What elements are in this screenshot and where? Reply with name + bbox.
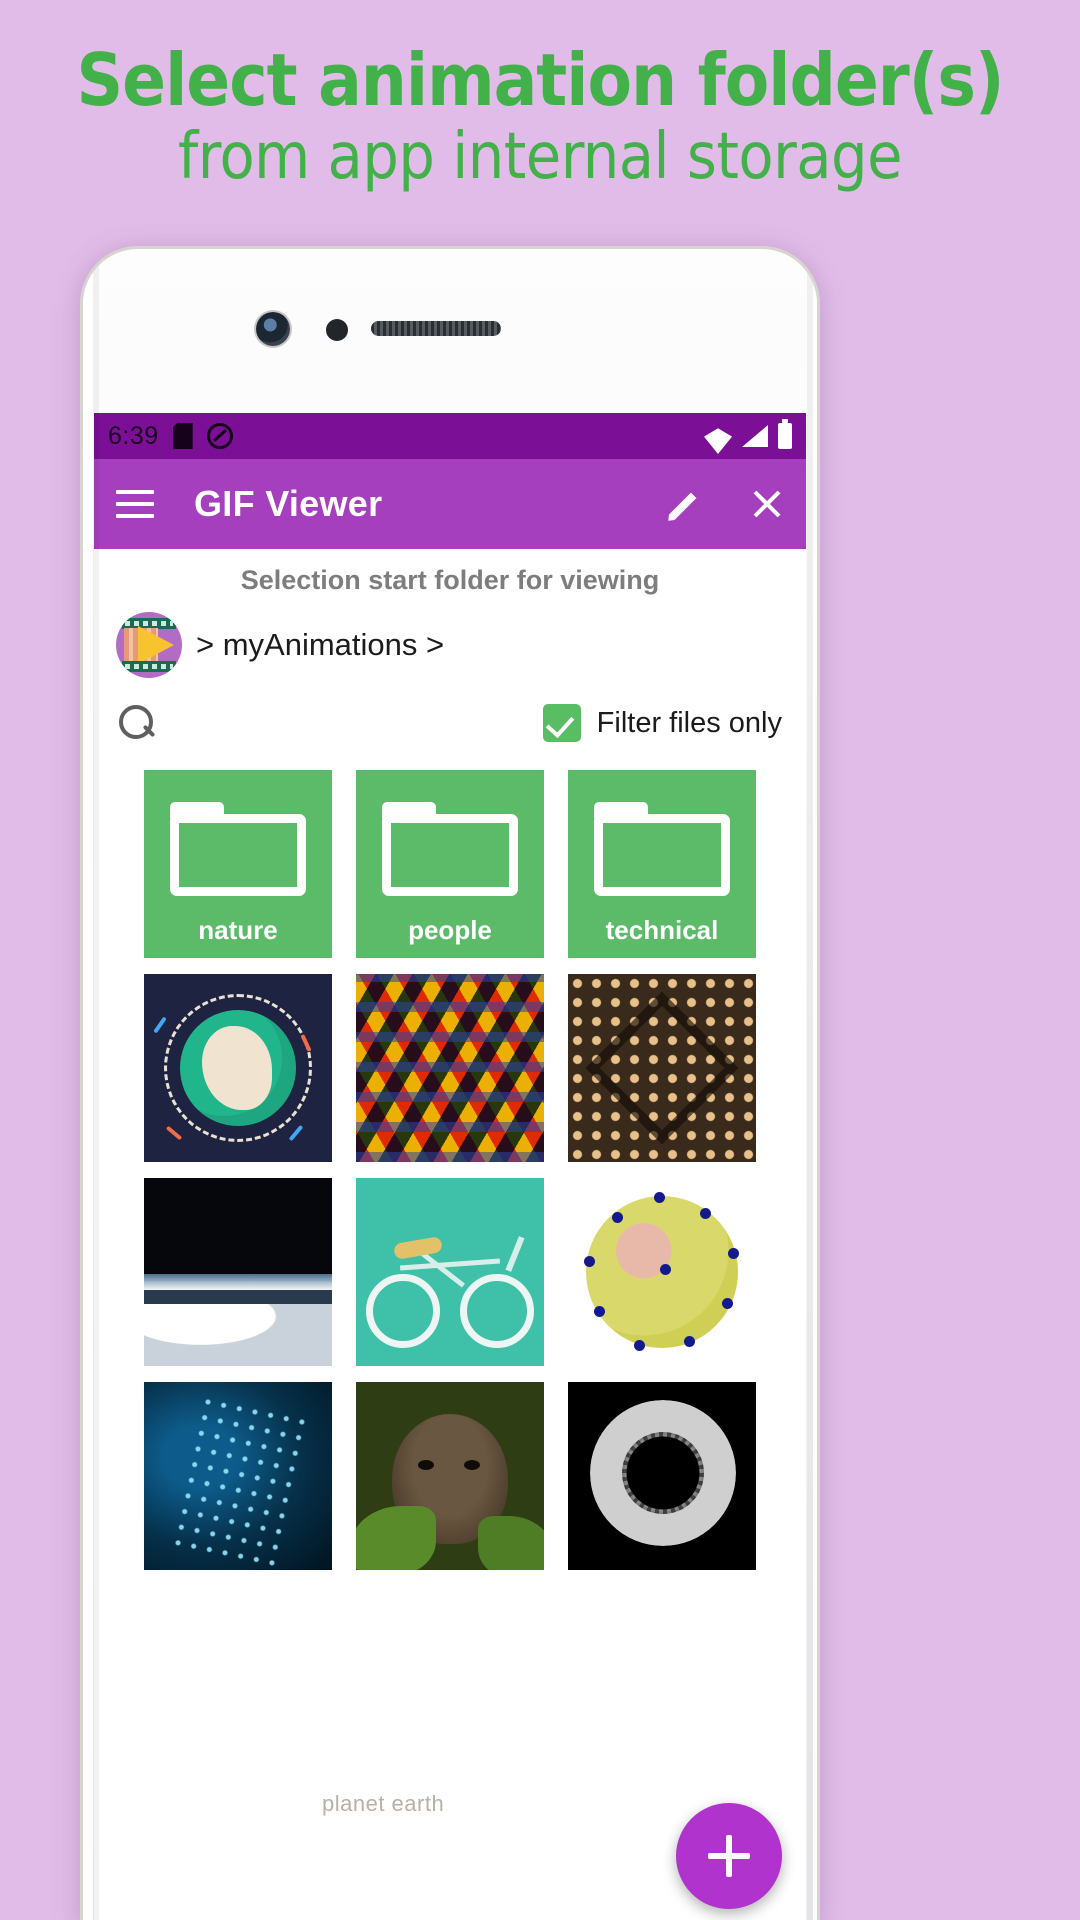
folder-tile-label: people: [408, 915, 492, 945]
folder-tile-people[interactable]: people: [356, 770, 544, 958]
folder-tile-label: nature: [198, 915, 278, 945]
pencil-icon[interactable]: [674, 487, 708, 521]
thumbnail-earth-from-space[interactable]: [144, 1178, 332, 1366]
gif-viewer-app-icon: [116, 612, 182, 678]
phone-button-left-top: [83, 449, 85, 511]
thumbnail-deep-sea[interactable]: [144, 1382, 332, 1570]
thumbnail-gorilla[interactable]: [356, 1382, 544, 1570]
search-icon[interactable]: [118, 704, 156, 742]
folder-tile-nature[interactable]: nature: [144, 770, 332, 958]
earpiece-speaker: [371, 321, 501, 336]
page-subtitle: Selection start folder for viewing: [240, 565, 660, 595]
battery-icon: [778, 419, 792, 449]
folder-icon: [594, 802, 730, 896]
folder-icon: [170, 802, 306, 896]
promo-headline: Select animation folder(s) from app inte…: [0, 38, 1080, 197]
status-bar-clock: 6:39: [108, 421, 159, 450]
ghost-caption: planet earth: [322, 1791, 445, 1816]
sd-card-icon: [172, 423, 193, 449]
hamburger-menu-icon[interactable]: [116, 490, 154, 518]
thumbnail-earth-illustration[interactable]: [144, 974, 332, 1162]
thumbnail-cube-pattern[interactable]: [356, 974, 544, 1162]
filter-row: Filter files only: [94, 682, 806, 760]
breadcrumb[interactable]: > myAnimations >: [94, 606, 806, 682]
add-folder-fab[interactable]: [676, 1803, 782, 1909]
phone-top-bezel: [83, 249, 817, 413]
status-bar: 6:39: [94, 413, 806, 459]
folder-tile-label: technical: [605, 915, 719, 945]
do-not-disturb-icon: [206, 423, 233, 449]
folder-icon: [382, 802, 518, 896]
status-bar-left: 6:39: [108, 422, 233, 451]
promo-headline-line1: Select animation folder(s): [76, 38, 1004, 122]
thumbnail-polyhedron[interactable]: [568, 1178, 756, 1366]
close-icon[interactable]: [750, 487, 784, 521]
folder-grid: nature people technical: [94, 760, 806, 1570]
status-bar-right: [704, 419, 792, 449]
breadcrumb-path[interactable]: > myAnimations >: [196, 627, 444, 663]
filter-files-only-label: Filter files only: [596, 706, 782, 739]
filter-files-only-checkbox[interactable]: [542, 704, 581, 742]
thumbnail-bicycle[interactable]: [356, 1178, 544, 1366]
app-bar: GIF Viewer: [94, 459, 806, 549]
signal-icon: [742, 425, 768, 447]
app-title: GIF Viewer: [194, 483, 383, 524]
proximity-sensor-icon: [326, 319, 348, 341]
filter-files-only-control[interactable]: Filter files only: [542, 704, 782, 742]
phone-button-right: [815, 691, 817, 821]
phone-button-left-bottom: [83, 697, 85, 817]
wifi-icon: [704, 426, 732, 446]
folder-tile-technical[interactable]: technical: [568, 770, 756, 958]
front-camera-icon: [256, 312, 290, 346]
thumbnail-bead-mosaic[interactable]: [568, 974, 756, 1162]
phone-mockup: 6:39 GIF Viewer Selection start folder f…: [80, 246, 820, 1920]
promo-headline-line2: from app internal storage: [177, 120, 903, 195]
phone-screen: 6:39 GIF Viewer Selection start folder f…: [94, 413, 806, 1920]
thumbnail-spiral-torus[interactable]: [568, 1382, 756, 1570]
app-bar-actions: [674, 487, 784, 521]
